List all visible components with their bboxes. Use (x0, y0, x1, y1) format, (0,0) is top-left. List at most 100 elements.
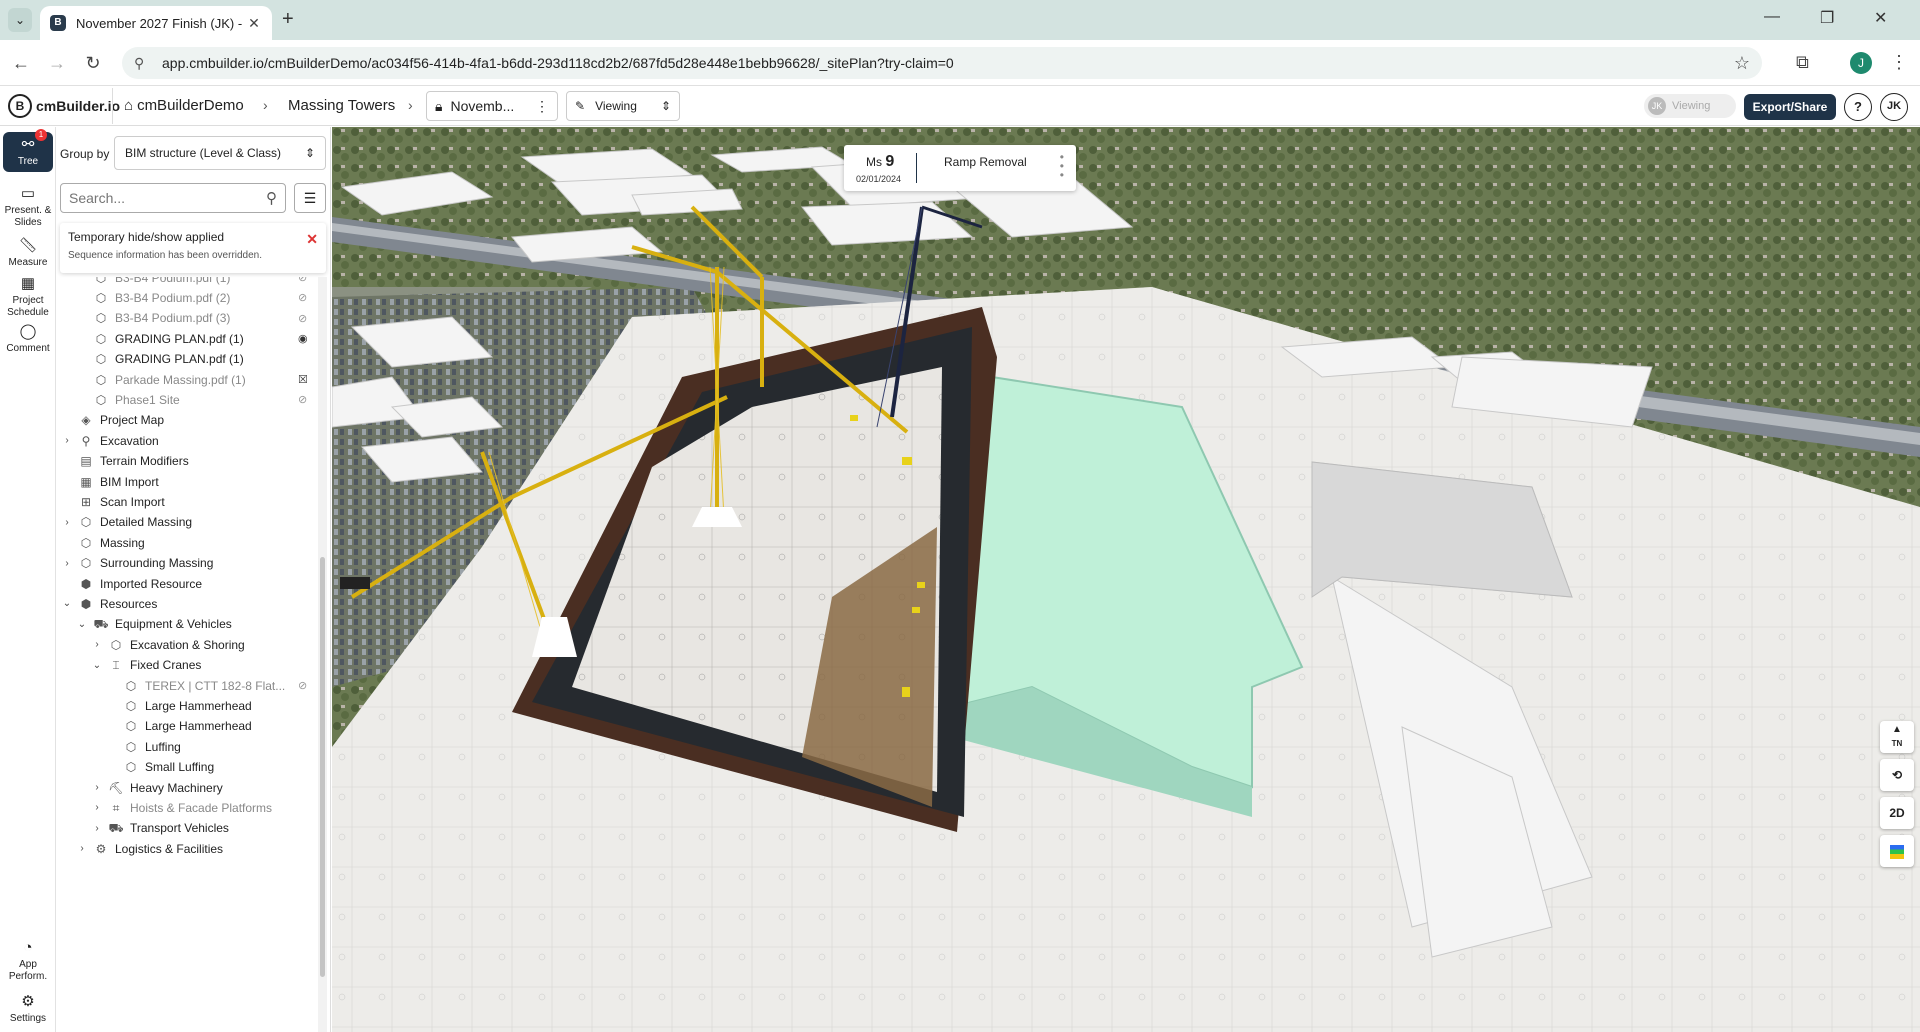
user-avatar-button[interactable]: JK (1880, 93, 1908, 121)
chevron-down-icon[interactable]: ⌄ (75, 619, 89, 630)
layers-button[interactable] (1880, 835, 1914, 867)
logo-mark-icon: B (8, 94, 32, 118)
rail-comment[interactable]: ◯ Comment (0, 323, 56, 355)
profile-avatar[interactable]: J (1850, 52, 1872, 74)
site-info-icon[interactable]: ⚲ (134, 55, 152, 72)
back-icon[interactable]: ← (8, 50, 34, 76)
tree-node-icon: ▦ (80, 474, 92, 489)
close-window-icon[interactable]: ✕ (1874, 8, 1887, 28)
mode-selector[interactable]: ✎ Viewing ⇕ (566, 91, 680, 121)
scroll-thumb[interactable] (320, 557, 325, 977)
tree-row-label: BIM Import (100, 474, 159, 489)
eye-hidden-icon[interactable]: ⊘ (298, 393, 307, 406)
schedule-icon: ▦ (20, 275, 36, 292)
chevron-down-icon[interactable]: ⌄ (90, 660, 104, 671)
search-icon: ⚲ (266, 190, 277, 207)
tab-search-button[interactable]: ⌄ (8, 8, 32, 32)
viewing-status-pill[interactable]: JK Viewing (1644, 94, 1736, 118)
tree-row-label: Large Hammerhead (145, 719, 252, 734)
help-button[interactable]: ? (1844, 93, 1872, 121)
rail-tree[interactable]: ⚯ Tree 1 (3, 129, 53, 172)
forward-icon[interactable]: → (44, 50, 70, 76)
chevron-right-icon[interactable]: › (60, 435, 74, 446)
tree-node-icon: ⬡ (95, 290, 107, 305)
chevron-right-icon: › (263, 97, 268, 113)
extensions-icon[interactable]: ⧉ (1796, 52, 1809, 73)
breadcrumb-project[interactable]: Massing Towers (288, 97, 395, 114)
tree-node-icon: ⬡ (125, 760, 137, 775)
rail-settings[interactable]: ⚙ Settings (0, 993, 56, 1025)
chevron-right-icon[interactable]: › (60, 558, 74, 569)
favicon-icon: B (50, 15, 66, 31)
tree-row-label: Large Hammerhead (145, 698, 252, 713)
chevron-right-icon[interactable]: › (90, 639, 104, 650)
group-by-select[interactable]: BIM structure (Level & Class) ⇕ (114, 136, 326, 170)
chevron-right-icon[interactable]: › (90, 802, 104, 813)
milestone-title: Ramp Removal (944, 155, 1027, 169)
milestone-divider (916, 153, 917, 183)
minimize-icon[interactable]: — (1764, 8, 1780, 26)
chevron-right-icon[interactable]: › (90, 782, 104, 793)
url-field[interactable]: ⚲ app.cmbuilder.io/cmBuilderDemo/ac034f5… (122, 47, 1762, 79)
rail-app-performance[interactable]: ◔ App Perform. (0, 939, 56, 983)
tree-row[interactable]: › ⚙ Logistics & Facilities (75, 836, 223, 861)
browser-menu-icon[interactable]: ⋮ (1890, 52, 1908, 73)
app-logo[interactable]: B cmBuilder.io (8, 94, 120, 118)
lock-icon: 🔒︎ (435, 97, 443, 114)
tree-node-icon: ⬡ (125, 739, 137, 754)
close-notice-icon[interactable]: ✕ (306, 231, 318, 248)
plan-name: Novemb... (450, 98, 515, 114)
more-vertical-icon[interactable]: ⋮ (535, 98, 549, 115)
focus-icon[interactable]: ◉ (298, 332, 308, 345)
search-input[interactable] (69, 190, 266, 206)
filter-list-button[interactable]: ☰ (294, 183, 326, 213)
tree-row-label: Parkade Massing.pdf (1) (115, 372, 246, 387)
export-share-button[interactable]: Export/Share (1744, 94, 1836, 120)
milestone-label: Ms 9 (866, 153, 894, 171)
layers-icon (1890, 844, 1904, 859)
tree-node-icon: ⬡ (95, 392, 107, 407)
rail-measure-label: Measure (8, 257, 48, 268)
restore-icon[interactable]: ❐ (1820, 8, 1834, 28)
updown-icon: ⇕ (304, 146, 315, 160)
tree-scrollbar[interactable] (318, 277, 327, 1032)
compass-button[interactable]: ▲ TN (1880, 721, 1914, 753)
tree-search[interactable]: ⚲ (60, 183, 286, 213)
rail-present-slides[interactable]: ▭ Present. & Slides (0, 185, 56, 229)
gauge-icon: ◔ (23, 939, 33, 956)
orbit-button[interactable]: ⟲ (1880, 759, 1914, 791)
new-tab-button[interactable]: + (282, 8, 294, 31)
tree-row-label: Resources (100, 596, 158, 611)
milestone-number: 9 (885, 153, 895, 170)
chevron-right-icon[interactable]: › (75, 843, 89, 854)
close-tab-icon[interactable]: ✕ (246, 15, 262, 32)
tree-node-icon: ⛏ (108, 780, 124, 795)
eye-hidden-icon[interactable]: ⊘ (298, 291, 307, 304)
chevron-down-icon[interactable]: ⌄ (60, 598, 74, 609)
tree-node-icon: ⬡ (80, 535, 92, 550)
reload-icon[interactable]: ↻ (80, 50, 106, 76)
eye-hidden-icon[interactable]: ⊘ (298, 679, 307, 692)
bookmark-star-icon[interactable]: ☆ (1734, 53, 1750, 74)
eye-hidden-icon[interactable]: ⊘ (298, 312, 307, 325)
comment-icon: ◯ (19, 323, 37, 340)
viewer-avatar: JK (1648, 97, 1666, 115)
chevron-right-icon[interactable]: › (90, 823, 104, 834)
plan-selector[interactable]: 🔒︎ Novemb... ⋮ (426, 91, 558, 121)
focus-icon[interactable]: ☒ (298, 373, 308, 386)
eye-hidden-icon[interactable]: ⊘ (298, 277, 307, 284)
chevron-right-icon[interactable]: › (60, 517, 74, 528)
browser-tab[interactable]: B November 2027 Finish (JK) - Ma ✕ (40, 6, 272, 40)
tree-row-label: Excavation & Shoring (130, 637, 245, 652)
breadcrumb-home[interactable]: ⌂ cmBuilderDemo (124, 97, 244, 114)
slides-icon: ▭ (20, 185, 36, 202)
compass-arrow-icon: ▲ (1892, 724, 1902, 735)
toggle-2d-button[interactable]: 2D (1880, 797, 1914, 829)
tree-row-label: Scan Import (100, 494, 165, 509)
site-3d-viewport[interactable]: Ms 9 02/01/2024 Ramp Removal • • • ▲ TN ⟲ … (332, 127, 1920, 1032)
milestone-more-icon[interactable]: • • • (1060, 151, 1064, 181)
rail-measure[interactable]: 📏︎ Measure (0, 237, 56, 269)
rail-project-schedule[interactable]: ▦ Project Schedule (0, 275, 56, 319)
tree-row-label: Fixed Cranes (130, 658, 202, 673)
milestone-card[interactable]: Ms 9 02/01/2024 Ramp Removal • • • (844, 145, 1076, 191)
